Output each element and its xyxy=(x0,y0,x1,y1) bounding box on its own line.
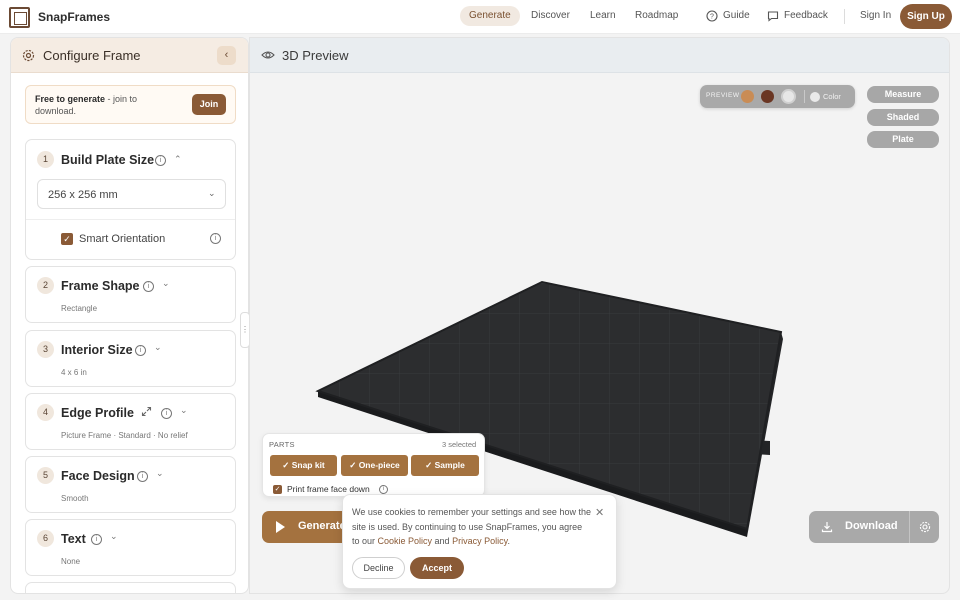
promo-text: Free to generate - join to download. xyxy=(35,94,138,116)
accept-button[interactable]: Accept xyxy=(410,557,464,579)
preview-header: 3D Preview xyxy=(250,38,949,73)
configure-sidebar: Configure Frame ‹ Free to generate - joi… xyxy=(10,37,249,594)
chevron-up-icon[interactable]: ⌃ xyxy=(174,154,182,165)
info-icon[interactable]: i xyxy=(161,408,172,419)
settings-gear-icon[interactable] xyxy=(919,521,931,533)
smart-orientation-label: Smart Orientation xyxy=(79,233,166,245)
chevron-down-icon[interactable]: ⌄ xyxy=(154,342,162,353)
close-icon[interactable]: ✕ xyxy=(595,506,604,519)
nav-roadmap[interactable]: Roadmap xyxy=(635,10,678,21)
step-number: 3 xyxy=(37,341,54,358)
card-subtitle: Smooth xyxy=(61,494,89,503)
step-number: 6 xyxy=(37,530,54,547)
chevron-down-icon[interactable]: ⌄ xyxy=(110,531,118,542)
card-title[interactable]: Interior Size xyxy=(61,343,133,357)
sidebar-header: Configure Frame ‹ xyxy=(11,38,248,73)
privacy-policy-link[interactable]: Privacy Policy xyxy=(452,536,507,546)
card-edge-profile[interactable]: 4 Edge Profile i ⌄ Picture Frame · Stand… xyxy=(25,393,236,450)
svg-text:?: ? xyxy=(710,14,714,21)
build-plate-select[interactable]: 256 x 256 mm ⌄ xyxy=(37,179,226,209)
help-circle-icon: ? xyxy=(706,10,718,22)
card-text[interactable]: 6 Text i ⌄ None xyxy=(25,519,236,576)
cookie-consent-banner: We use cookies to remember your settings… xyxy=(342,494,617,589)
chevron-left-icon: ‹ xyxy=(224,49,229,61)
sign-up-button[interactable]: Sign Up xyxy=(900,4,952,29)
chevron-down-icon[interactable]: ⌄ xyxy=(180,405,188,416)
nav-learn[interactable]: Learn xyxy=(590,10,616,21)
part-sample-button[interactable]: ✓ Sample xyxy=(411,455,479,476)
chevron-down-icon: ⌄ xyxy=(208,188,216,198)
card-title[interactable]: Face Design xyxy=(61,469,135,483)
download-divider xyxy=(909,511,910,543)
download-label: Download xyxy=(845,520,898,532)
card-face-design[interactable]: 5 Face Design i ⌄ Smooth xyxy=(25,456,236,513)
join-button[interactable]: Join xyxy=(192,94,226,115)
generate-label: Generate xyxy=(298,520,346,532)
card-frame-shape[interactable]: 2 Frame Shape i ⌄ Rectangle xyxy=(25,266,236,323)
play-icon xyxy=(276,521,285,533)
face-down-checkbox[interactable]: ✓ xyxy=(273,485,282,494)
step-number: 1 xyxy=(37,151,54,168)
nav-guide[interactable]: Guide xyxy=(723,10,750,21)
promo-banner: Free to generate - join to download. Joi… xyxy=(25,85,236,124)
card-next-partial[interactable] xyxy=(25,582,236,593)
brand-name[interactable]: SnapFrames xyxy=(38,10,110,24)
preview-title: 3D Preview xyxy=(282,48,349,63)
card-subtitle: None xyxy=(61,557,81,566)
card-subtitle: Picture Frame · Standard · No relief xyxy=(61,431,188,440)
card-subtitle: 4 x 6 in xyxy=(61,368,87,377)
cookie-text: We use cookies to remember your settings… xyxy=(352,507,591,546)
card-title[interactable]: Frame Shape xyxy=(61,279,140,293)
eye-icon xyxy=(261,51,275,59)
download-icon xyxy=(821,522,833,533)
card-title[interactable]: Edge Profile xyxy=(61,406,134,420)
cookie-policy-link[interactable]: Cookie Policy xyxy=(378,536,433,546)
message-icon xyxy=(767,11,779,22)
nav-divider xyxy=(844,9,845,24)
sign-in-link[interactable]: Sign In xyxy=(860,10,891,21)
select-value: 256 x 256 mm xyxy=(48,189,118,201)
sidebar-title: Configure Frame xyxy=(43,48,141,63)
smart-orientation-checkbox[interactable]: ✓ xyxy=(61,233,73,245)
parts-panel: PARTS 3 selected ✓ Snap kit ✓ One-piece … xyxy=(262,433,485,497)
card-interior-size[interactable]: 3 Interior Size i ⌄ 4 x 6 in xyxy=(25,330,236,387)
part-snap-kit-button[interactable]: ✓ Snap kit xyxy=(270,455,337,476)
decline-button[interactable]: Decline xyxy=(352,557,405,579)
info-icon[interactable]: i xyxy=(143,281,154,292)
step-number: 2 xyxy=(37,277,54,294)
nav-discover[interactable]: Discover xyxy=(531,10,570,21)
step-number: 4 xyxy=(37,404,54,421)
card-title[interactable]: Build Plate Size xyxy=(61,153,154,167)
nav-feedback[interactable]: Feedback xyxy=(784,10,828,21)
gear-icon xyxy=(22,49,35,62)
card-subtitle: Rectangle xyxy=(61,304,98,313)
info-icon[interactable]: i xyxy=(155,155,166,166)
download-button[interactable]: Download xyxy=(809,511,939,543)
parts-label: PARTS xyxy=(269,440,295,449)
info-icon[interactable]: i xyxy=(91,534,102,545)
card-title[interactable]: Text xyxy=(61,532,86,546)
snapframes-logo-icon[interactable] xyxy=(9,7,30,28)
part-one-piece-button[interactable]: ✓ One-piece xyxy=(341,455,408,476)
parts-count: 3 selected xyxy=(442,440,477,449)
chevron-down-icon[interactable]: ⌄ xyxy=(156,468,164,479)
collapse-sidebar-button[interactable]: ‹ xyxy=(217,46,236,65)
card-build-plate-size: 1 Build Plate Size i ⌃ 256 x 256 mm ⌄ ✓ … xyxy=(25,139,236,260)
info-icon[interactable]: i xyxy=(135,345,146,356)
info-icon[interactable]: i xyxy=(210,233,221,244)
face-down-label: Print frame face down xyxy=(287,484,370,494)
info-icon[interactable]: i xyxy=(137,471,148,482)
chevron-down-icon[interactable]: ⌄ xyxy=(162,278,170,289)
card-divider xyxy=(26,219,235,220)
info-icon[interactable]: i xyxy=(379,485,388,494)
top-nav-bar: SnapFrames Generate Discover Learn Roadm… xyxy=(0,0,960,34)
nav-generate[interactable]: Generate xyxy=(460,6,520,26)
step-number: 5 xyxy=(37,467,54,484)
expand-icon[interactable] xyxy=(141,406,152,417)
